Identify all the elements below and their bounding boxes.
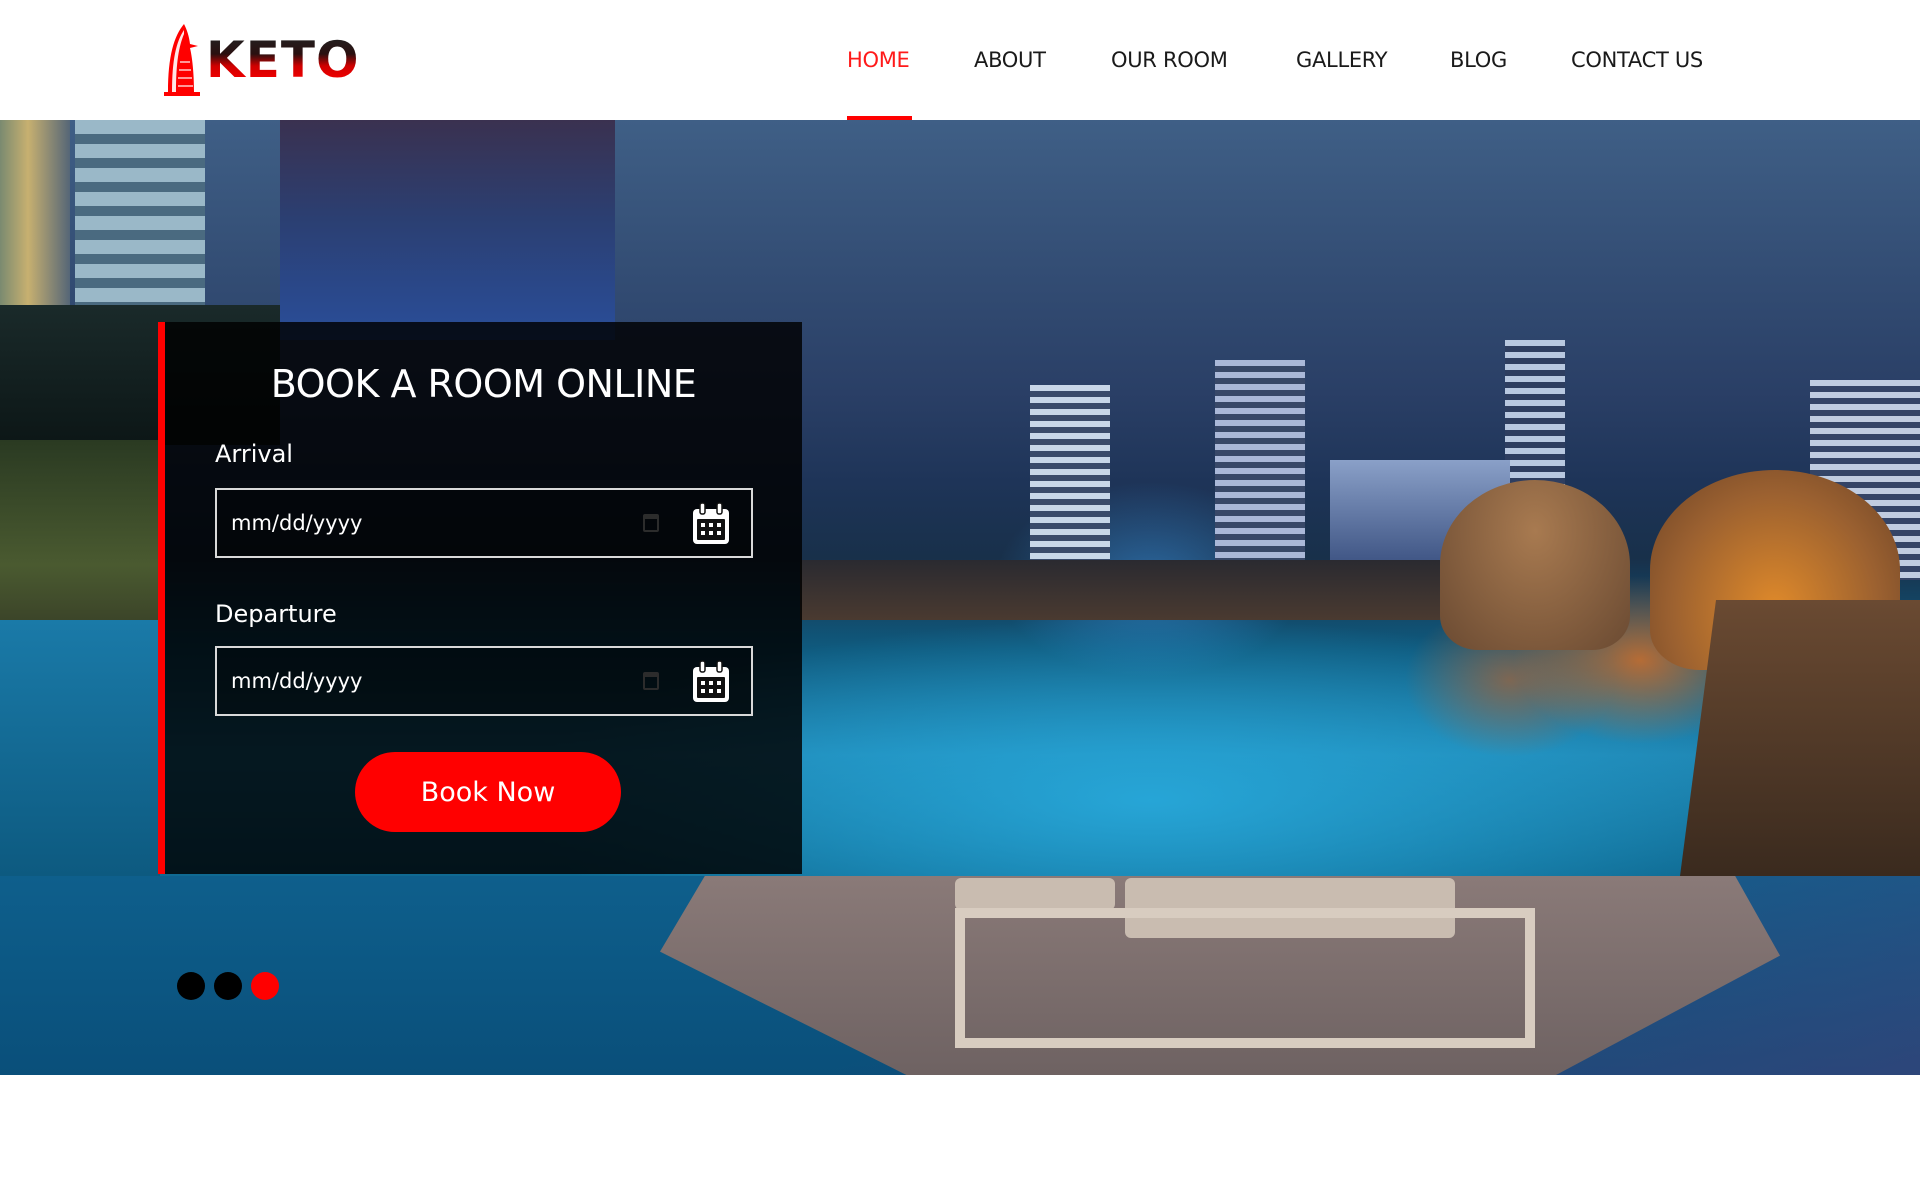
building-shape [280, 120, 615, 340]
skyline-building [1215, 360, 1305, 570]
site-header: KETO HOME ABOUT OUR ROOM GALLERY BLOG CO… [0, 0, 1920, 120]
departure-date-input[interactable] [231, 648, 591, 714]
nav-home[interactable]: HOME [847, 48, 910, 72]
skyline-building [1030, 385, 1110, 570]
arrival-date-input[interactable] [231, 490, 591, 556]
booking-title: BOOK A ROOM ONLINE [270, 362, 697, 406]
carousel-dot-active[interactable] [251, 972, 279, 1000]
carousel-indicators [177, 972, 279, 1000]
white-daybed [955, 878, 1535, 1068]
building-shape [75, 120, 205, 320]
calendar-icon[interactable] [691, 660, 731, 704]
arrival-label: Arrival [215, 440, 293, 468]
rooftop-deck [800, 560, 1440, 620]
carousel-dot[interactable] [214, 972, 242, 1000]
nav-blog[interactable]: BLOG [1450, 48, 1507, 72]
book-now-button[interactable]: Book Now [355, 752, 621, 832]
building-shape [0, 120, 70, 320]
brand-logo[interactable]: KETO [160, 20, 360, 100]
arrival-date-field[interactable] [215, 488, 753, 558]
calendar-icon[interactable] [691, 502, 731, 546]
wooden-deck [1680, 600, 1920, 876]
nav-our-room[interactable]: OUR ROOM [1111, 48, 1228, 72]
daybed-cushion [955, 878, 1115, 910]
hotel-tower-logo-icon [164, 24, 200, 96]
hero-lower-image [0, 876, 1920, 1075]
pod-daybed [1440, 480, 1630, 650]
departure-date-field[interactable] [215, 646, 753, 716]
pool-water-left [0, 620, 160, 876]
booking-form: BOOK A ROOM ONLINE Arrival Departure [158, 322, 802, 874]
nav-contact-us[interactable]: CONTACT US [1571, 48, 1703, 72]
brand-name: KETO [206, 31, 360, 89]
native-calendar-icon[interactable] [643, 672, 659, 690]
daybed-frame [955, 908, 1535, 1048]
departure-label: Departure [215, 600, 337, 628]
nav-about[interactable]: ABOUT [974, 48, 1046, 72]
nav-gallery[interactable]: GALLERY [1296, 48, 1388, 72]
carousel-dot[interactable] [177, 972, 205, 1000]
native-calendar-icon[interactable] [643, 514, 659, 532]
